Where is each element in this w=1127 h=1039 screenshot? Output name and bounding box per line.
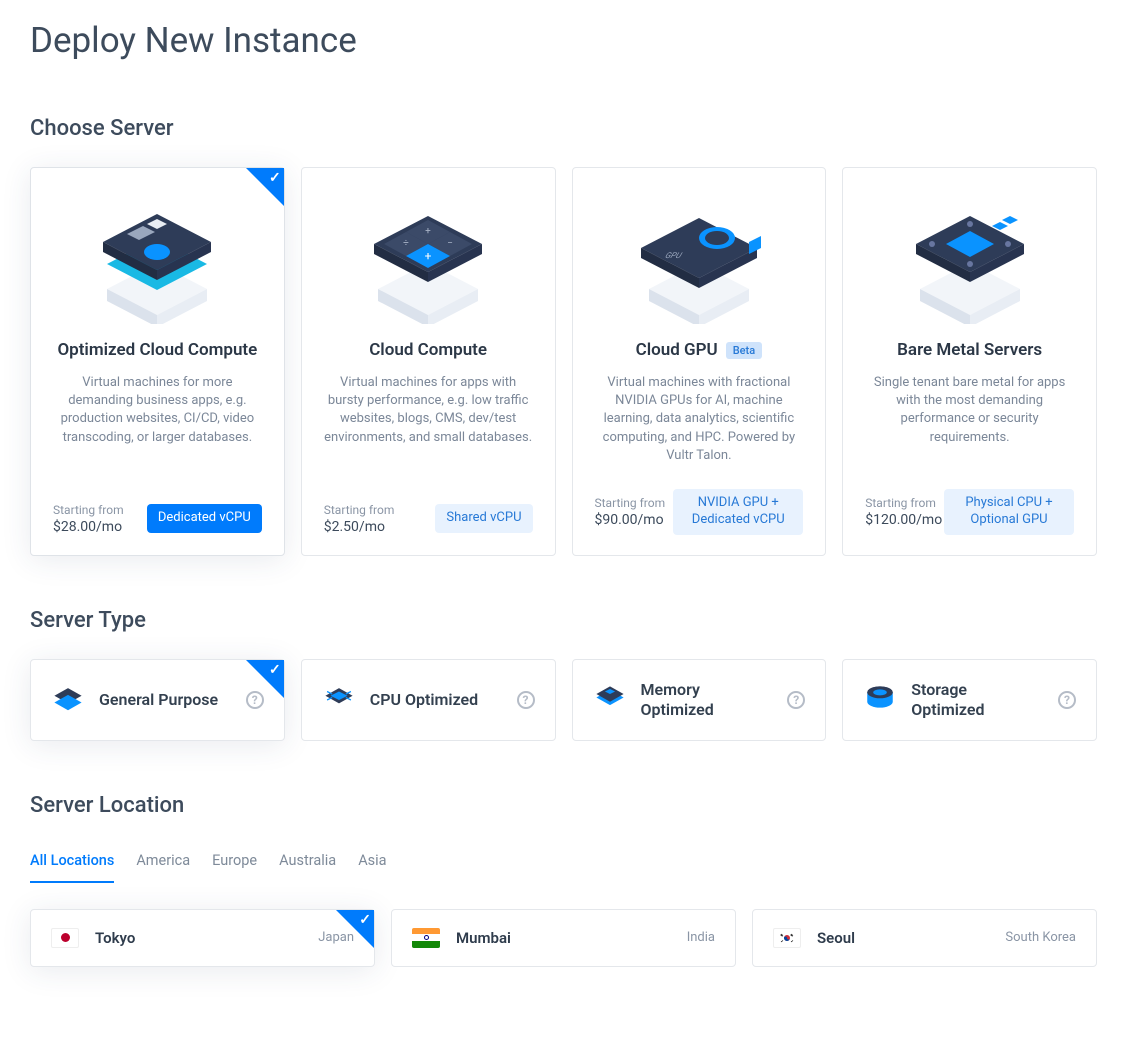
cpu-badge: Dedicated vCPU [147, 504, 262, 533]
server-title: Bare Metal Servers [897, 340, 1042, 360]
svg-text:+: + [425, 226, 431, 237]
server-card-optimized-cloud-compute[interactable]: Optimized Cloud Compute Virtual machines… [30, 167, 285, 556]
selected-check-icon [336, 910, 374, 948]
flag-japan-icon [51, 928, 79, 948]
location-city: Mumbai [456, 929, 671, 947]
server-title: Cloud Compute [369, 340, 487, 360]
server-desc: Virtual machines with fractional NVIDIA … [595, 374, 804, 465]
type-label: General Purpose [99, 690, 232, 710]
selected-check-icon [246, 660, 284, 698]
location-country: India [687, 930, 715, 945]
layers-icon [51, 683, 85, 717]
type-card-storage-optimized[interactable]: Storage Optimized ? [842, 659, 1097, 741]
server-location-heading: Server Location [30, 793, 1097, 818]
help-icon[interactable]: ? [787, 691, 805, 709]
type-label: Memory Optimized [641, 680, 774, 720]
server-type-section: Server Type General Purpose ? CPU Optimi… [30, 608, 1097, 741]
tab-europe[interactable]: Europe [212, 844, 257, 883]
flag-india-icon [412, 928, 440, 948]
location-city: Seoul [817, 929, 989, 947]
server-desc: Single tenant bare metal for apps with t… [865, 374, 1074, 447]
tab-australia[interactable]: Australia [279, 844, 336, 883]
server-price: $2.50/mo [324, 519, 395, 535]
tab-all-locations[interactable]: All Locations [30, 844, 114, 883]
starting-from-label: Starting from [595, 496, 666, 510]
server-card-cloud-gpu[interactable]: GPU Cloud GPU Beta Virtual machines with… [572, 167, 827, 556]
location-card-mumbai[interactable]: Mumbai India [391, 909, 736, 967]
storage-icon [863, 683, 897, 717]
server-illustration-icon [865, 184, 1074, 334]
server-price: $28.00/mo [53, 519, 124, 535]
cpu-badge: Shared vCPU [435, 504, 532, 533]
selected-check-icon [246, 168, 284, 206]
choose-server-heading: Choose Server [30, 116, 1097, 141]
svg-text:÷: ÷ [403, 238, 409, 249]
starting-from-label: Starting from [865, 496, 942, 510]
flag-south-korea-icon [773, 928, 801, 948]
location-tabs: All Locations America Europe Australia A… [30, 844, 1097, 883]
svg-text:+: + [425, 249, 432, 263]
location-card-tokyo[interactable]: Tokyo Japan [30, 909, 375, 967]
server-type-heading: Server Type [30, 608, 1097, 633]
cpu-icon [322, 683, 356, 717]
location-card-seoul[interactable]: Seoul South Korea [752, 909, 1097, 967]
server-location-section: Server Location All Locations America Eu… [30, 793, 1097, 967]
server-price: $120.00/mo [865, 512, 942, 528]
beta-badge: Beta [726, 342, 762, 359]
starting-from-label: Starting from [324, 503, 395, 517]
type-card-memory-optimized[interactable]: Memory Optimized ? [572, 659, 827, 741]
server-desc: Virtual machines for apps with bursty pe… [324, 374, 533, 447]
server-card-bare-metal[interactable]: Bare Metal Servers Single tenant bare me… [842, 167, 1097, 556]
server-price: $90.00/mo [595, 512, 666, 528]
type-label: CPU Optimized [370, 690, 503, 710]
cpu-badge: NVIDIA GPU + Dedicated vCPU [673, 489, 803, 535]
page-title: Deploy New Instance [30, 20, 1097, 61]
memory-icon [593, 683, 627, 717]
server-illustration-icon: + ÷ − + [324, 184, 533, 334]
location-country: South Korea [1005, 930, 1076, 945]
help-icon[interactable]: ? [1058, 691, 1076, 709]
tab-asia[interactable]: Asia [358, 844, 386, 883]
server-title: Cloud GPU [636, 340, 718, 360]
server-desc: Virtual machines for more demanding busi… [53, 374, 262, 447]
location-city: Tokyo [95, 929, 302, 947]
server-title: Optimized Cloud Compute [57, 340, 257, 360]
choose-server-section: Choose Server [30, 116, 1097, 556]
help-icon[interactable]: ? [517, 691, 535, 709]
tab-america[interactable]: America [136, 844, 190, 883]
svg-text:−: − [447, 238, 453, 249]
server-card-cloud-compute[interactable]: + ÷ − + Cloud Compute Virtual machines f… [301, 167, 556, 556]
type-card-general-purpose[interactable]: General Purpose ? [30, 659, 285, 741]
server-illustration-icon [53, 184, 262, 334]
type-label: Storage Optimized [911, 680, 1044, 720]
server-illustration-icon: GPU [595, 184, 804, 334]
type-card-cpu-optimized[interactable]: CPU Optimized ? [301, 659, 556, 741]
starting-from-label: Starting from [53, 503, 124, 517]
cpu-badge: Physical CPU + Optional GPU [944, 489, 1074, 535]
